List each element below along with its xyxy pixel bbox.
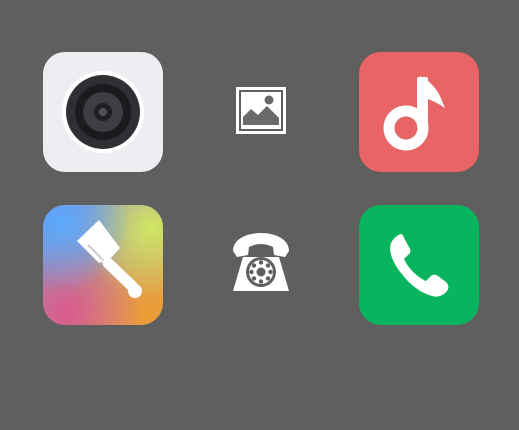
retro-phone-app-icon[interactable] xyxy=(229,231,293,294)
music-app-icon[interactable] xyxy=(359,52,479,172)
themes-app-icon[interactable] xyxy=(43,205,163,325)
rotary-phone-icon xyxy=(233,233,289,291)
gallery-app-icon[interactable] xyxy=(236,87,286,134)
camera-lens-icon xyxy=(62,71,144,153)
paint-brush-icon xyxy=(77,220,142,298)
image-icon xyxy=(236,87,286,134)
phone-handset-icon xyxy=(390,234,449,297)
phone-app-icon[interactable] xyxy=(359,205,479,325)
camera-app-icon[interactable] xyxy=(43,52,163,172)
music-note-icon xyxy=(383,76,445,151)
